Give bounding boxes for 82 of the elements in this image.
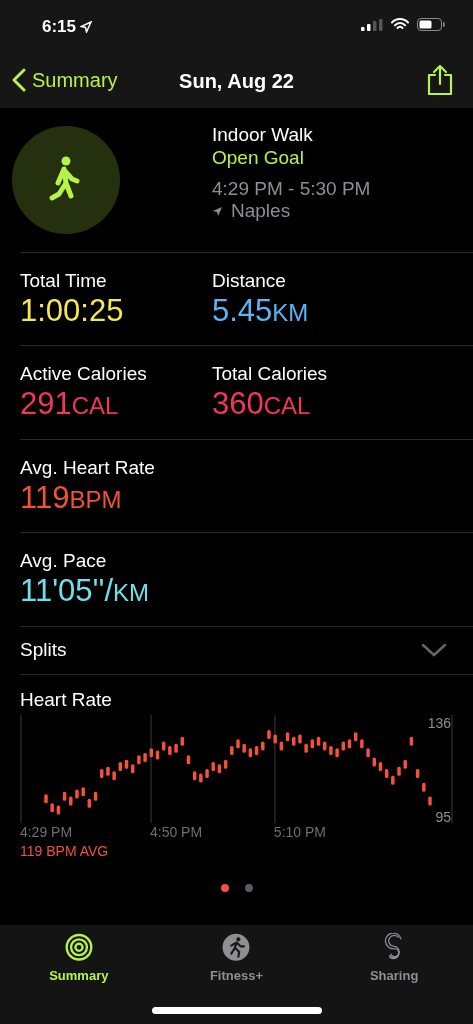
x-tick-label: 5:10 PM: [273, 824, 326, 841]
heart-rate-point: [403, 760, 407, 770]
heart-rate-point: [62, 792, 67, 802]
heart-rate-point: [397, 767, 401, 776]
heart-rate-point: [211, 762, 215, 772]
heart-rate-point: [242, 744, 246, 754]
heart-rate-point: [422, 783, 426, 793]
metric-value: 1:00:25: [20, 292, 125, 329]
heart-rate-point: [273, 734, 277, 744]
y-tick-label: 136: [427, 715, 451, 732]
heart-rate-point: [409, 737, 414, 747]
heart-rate-point: [199, 773, 203, 783]
heart-rate-point: [360, 739, 364, 749]
metric-value: 360CAL: [212, 386, 312, 422]
workout-goal: Open Goal: [212, 146, 305, 170]
heart-rate-point: [298, 734, 302, 744]
heart-rate-point: [143, 753, 147, 763]
page-dot[interactable]: [244, 884, 253, 893]
metric-label: Total Calories: [212, 363, 329, 387]
heart-rate-point: [50, 803, 54, 813]
heart-rate-point: [180, 737, 184, 747]
back-button[interactable]: Summary: [12, 65, 118, 95]
x-tick-label: 4:50 PM: [150, 824, 203, 841]
metric-value: 291CAL: [20, 386, 120, 422]
heart-rate-point: [56, 805, 61, 815]
heart-rate-point: [205, 769, 209, 779]
metric-label: Total Time: [20, 270, 108, 293]
heart-rate-point: [174, 744, 178, 754]
heart-rate-point: [267, 730, 271, 740]
metric-label: Active Calories: [20, 363, 148, 387]
wifi-icon: [391, 18, 409, 31]
heart-rate-point: [44, 794, 48, 804]
walking-figure-icon: [49, 156, 83, 204]
metric-value: 11'05''/KM: [20, 573, 151, 609]
average-reading: 119 BPM AVG: [20, 842, 110, 862]
status-time: 6:15: [42, 16, 77, 38]
heart-rate-point: [366, 748, 370, 758]
location-arrow-icon: [80, 20, 93, 33]
tab[interactable]: Summary: [23, 933, 134, 985]
metric-value: 119BPM: [20, 479, 123, 516]
heart-rate-point: [112, 771, 116, 781]
heart-rate-point: [192, 771, 197, 781]
heart-rate-point: [69, 796, 73, 806]
tab[interactable]: Fitness+: [181, 933, 292, 985]
page-dot[interactable]: [220, 884, 229, 893]
heart-rate-point: [415, 769, 420, 779]
battery-icon: [417, 18, 445, 31]
signal-icon: [361, 18, 383, 31]
metric-label: Avg. Pace: [20, 550, 108, 574]
heart-rate-point: [329, 746, 333, 756]
heart-rate-point: [304, 744, 308, 754]
chart-title: Heart Rate: [20, 688, 113, 712]
share-icon[interactable]: [427, 64, 453, 96]
heart-rate-point: [236, 739, 240, 749]
heart-rate-point: [100, 769, 104, 779]
heart-rate-point: [261, 741, 265, 751]
heart-rate-point: [292, 737, 296, 747]
location: Naples: [231, 200, 291, 224]
heart-rate-point: [137, 755, 141, 765]
y-tick-label: 95: [435, 809, 451, 826]
time-range: 4:29 PM - 5:30 PM: [212, 177, 371, 201]
workout-name: Indoor Walk: [212, 124, 314, 147]
splits-label: Splits: [20, 638, 67, 662]
metric-value: 5.45KM: [212, 292, 310, 329]
nav-title: Sun, Aug 22: [179, 70, 294, 92]
heart-rate-point: [75, 789, 79, 799]
heart-rate-point: [230, 746, 234, 756]
location-arrow-icon: [212, 206, 223, 218]
metric-label: Distance: [212, 270, 287, 293]
heart-rate-point: [335, 748, 339, 758]
heart-rate-point: [428, 796, 432, 806]
heart-rate-point: [186, 755, 191, 765]
heart-rate-point: [81, 787, 85, 797]
back-chevron-icon: [12, 68, 26, 92]
x-tick-label: 4:29 PM: [20, 824, 73, 841]
tab[interactable]: Sharing: [339, 933, 450, 985]
metric-label: Avg. Heart Rate: [20, 456, 156, 480]
chevron-icon[interactable]: [421, 642, 447, 659]
heart-rate-point: [106, 767, 110, 776]
heart-rate-point: [372, 757, 376, 767]
heart-rate-point: [168, 746, 172, 756]
heart-rate-point: [391, 776, 395, 786]
